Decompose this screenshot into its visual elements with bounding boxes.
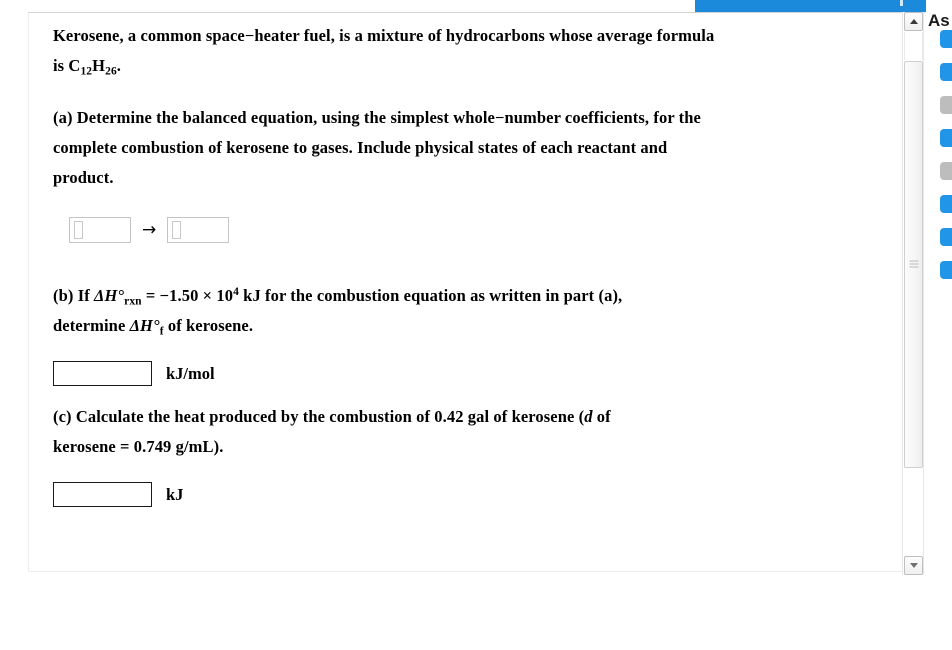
part-b-sub-rxn: rxn [124, 295, 142, 308]
vertical-scrollbar[interactable] [902, 12, 924, 575]
part-b-text-b: = −1.50 × 10 [141, 286, 234, 305]
side-panel-title: As [928, 11, 950, 30]
scrollbar-grip-icon [909, 260, 918, 269]
scroll-down-button[interactable] [904, 556, 923, 575]
question-intro: Kerosene, a common space−heater fuel, is… [53, 21, 893, 81]
chevron-up-icon [909, 19, 918, 24]
part-c-line2: kerosene = 0.749 g/mL). [53, 437, 224, 456]
reactant-input-caret [74, 221, 83, 239]
side-button-4[interactable] [940, 129, 952, 147]
part-c-answer-unit: kJ [166, 484, 184, 504]
part-a-line3: product. [53, 168, 114, 187]
part-b-text-c: kJ for the combustion equation as writte… [238, 286, 623, 305]
part-a-label: (a) [53, 108, 73, 127]
part-a-text: (a) Determine the balanced equation, usi… [53, 103, 893, 193]
intro-line1-b: heater fuel, is a mixture of hydrocarbon… [254, 26, 715, 45]
product-input[interactable] [167, 217, 230, 243]
part-b-text-a: If [77, 286, 95, 305]
part-c-label: (c) [53, 407, 72, 426]
equation-input-row: → [69, 217, 893, 243]
reaction-arrow-icon: → [142, 219, 157, 240]
intro-dash: − [244, 26, 255, 45]
part-c-line1-end: of [592, 407, 611, 426]
part-b-answer-row: kJ/mol [53, 361, 893, 386]
part-a-line2: complete combustion of kerosene to gases… [53, 138, 668, 157]
part-b-line2-a: determine [53, 316, 130, 335]
part-c-answer-input[interactable] [53, 482, 152, 507]
formula-sub-12: 12 [80, 65, 93, 78]
side-button-5[interactable] [940, 162, 952, 180]
part-b-symbol-delta-h: ΔH° [94, 286, 125, 305]
side-button-3[interactable] [940, 96, 952, 114]
question-pane: Kerosene, a common space−heater fuel, is… [28, 12, 925, 572]
part-c-text: (c) Calculate the heat produced by the c… [53, 402, 893, 462]
side-panel: As [926, 0, 952, 650]
part-b-line2-b: of kerosene. [163, 316, 254, 335]
part-c-line1: Calculate the heat produced by the combu… [75, 407, 585, 426]
side-button-1[interactable] [940, 30, 952, 48]
intro-line2-suffix: . [116, 56, 122, 75]
side-button-6[interactable] [940, 195, 952, 213]
question-body: Kerosene, a common space−heater fuel, is… [53, 21, 893, 507]
reactant-input[interactable] [69, 217, 131, 243]
intro-line1-a: Kerosene, a common space [53, 26, 245, 45]
scrollbar-thumb[interactable] [904, 61, 923, 468]
part-c-symbol-density: d [584, 407, 593, 426]
part-b-answer-unit: kJ/mol [166, 363, 215, 383]
side-button-7[interactable] [940, 228, 952, 246]
part-b-answer-input[interactable] [53, 361, 152, 386]
scroll-up-button[interactable] [904, 12, 923, 31]
intro-line2-prefix: is C [53, 56, 81, 75]
chevron-down-icon [909, 563, 918, 568]
progress-bar [695, 0, 926, 12]
part-b-label: (b) [53, 286, 74, 305]
formula-sub-26: 26 [105, 65, 117, 78]
formula-element-h: H [92, 56, 106, 75]
side-button-8[interactable] [940, 261, 952, 279]
scrollbar-track-upper[interactable] [904, 32, 923, 60]
part-b-symbol-delta-hf: ΔH° [129, 316, 160, 335]
progress-bar-tick [900, 0, 903, 6]
part-a-line1: Determine the balanced equation, using t… [76, 108, 701, 127]
part-b-text: (b) If ΔH°rxn = −1.50 × 104 kJ for the c… [53, 281, 893, 341]
side-button-2[interactable] [940, 63, 952, 81]
product-input-caret [172, 221, 182, 239]
part-c-answer-row: kJ [53, 482, 893, 507]
